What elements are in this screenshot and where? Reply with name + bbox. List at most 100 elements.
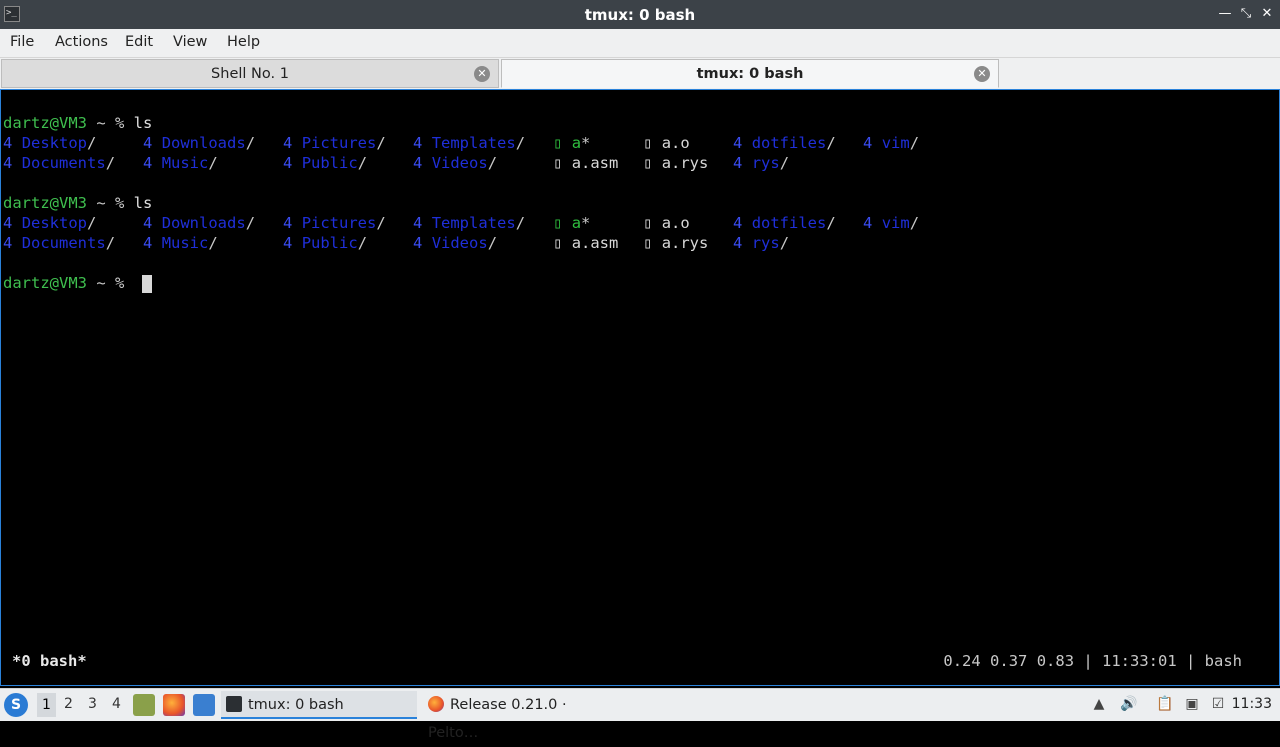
prompt-line: dartz@VM3 ~ % ls	[3, 193, 152, 213]
folder-icon: 4	[143, 234, 153, 252]
menu-actions[interactable]: Actions	[55, 34, 108, 50]
directory-entry: 4 Public/	[283, 234, 368, 252]
directory-entry: 4 Videos/	[413, 234, 498, 252]
menu-edit[interactable]: Edit	[125, 34, 153, 50]
tab-bar: Shell No. 1 ✕ tmux: 0 bash ✕	[0, 58, 1280, 89]
prompt-symbol: ~ %	[87, 274, 134, 292]
folder-icon: 4	[733, 214, 743, 232]
task-label: tmux: 0 bash	[248, 697, 344, 713]
file-entry: ▯ a.rys	[643, 154, 709, 172]
directory-entry: 4 Templates/	[413, 134, 526, 152]
folder-icon: 4	[733, 234, 743, 252]
directory-entry: 4 Pictures/	[283, 214, 386, 232]
desktop-2[interactable]: 2	[64, 696, 73, 712]
directory-entry: 4 rys/	[733, 154, 790, 172]
maximize-icon[interactable]: ⤡	[1237, 5, 1255, 23]
file-icon: ▯	[643, 154, 653, 172]
executable-entry: ▯ a*	[553, 214, 591, 232]
folder-icon: 4	[863, 214, 873, 232]
window-titlebar[interactable]: >_ tmux: 0 bash — ⤡ ✕	[0, 0, 1280, 29]
file-entry: ▯ a.o	[643, 134, 690, 152]
file-entry: ▯ a.rys	[643, 234, 709, 252]
task-label: Release 0.21.0 · Pelto…	[428, 697, 567, 741]
tab-label: tmux: 0 bash	[696, 66, 804, 82]
folder-icon: 4	[3, 134, 13, 152]
firefox-icon[interactable]	[163, 694, 185, 716]
desktop-4[interactable]: 4	[112, 696, 121, 712]
directory-entry: 4 Templates/	[413, 214, 526, 232]
menu-view[interactable]: View	[173, 34, 207, 50]
folder-icon: 4	[3, 234, 13, 252]
network-icon[interactable]: ▣	[1183, 695, 1201, 713]
clipboard-icon[interactable]: 📋	[1156, 695, 1174, 713]
taskbar: S 1 2 3 4 tmux: 0 bash Release 0.21.0 · …	[0, 688, 1280, 741]
tab-close-icon[interactable]: ✕	[474, 66, 490, 82]
prompt-user: dartz@VM3	[3, 194, 87, 212]
directory-entry: 4 vim/	[863, 134, 920, 152]
file-entry: ▯ a.o	[643, 214, 690, 232]
directory-entry: 4 vim/	[863, 214, 920, 232]
folder-icon: 4	[413, 214, 423, 232]
executable-entry: ▯ a*	[553, 134, 591, 152]
update-icon[interactable]: ☑	[1209, 695, 1227, 713]
file-icon: ▯	[643, 234, 653, 252]
file-icon: ▯	[553, 134, 563, 152]
menu-help[interactable]: Help	[227, 34, 260, 50]
folder-icon: 4	[733, 134, 743, 152]
close-icon[interactable]: ✕	[1258, 5, 1276, 23]
command-text: ls	[133, 194, 153, 212]
directory-entry: 4 dotfiles/	[733, 214, 836, 232]
tab-close-icon[interactable]: ✕	[974, 66, 990, 82]
directory-entry: 4 Documents/	[3, 234, 116, 252]
minimize-icon[interactable]: —	[1216, 5, 1234, 23]
file-icon: ▯	[553, 214, 563, 232]
tmux-window-list[interactable]: *0 bash*	[12, 652, 87, 670]
desktop-1[interactable]: 1	[37, 693, 56, 717]
tray-arrow-icon[interactable]: ▲	[1090, 695, 1108, 713]
prompt-user: dartz@VM3	[3, 114, 87, 132]
directory-entry: 4 Downloads/	[143, 214, 256, 232]
folder-icon: 4	[733, 154, 743, 172]
folder-icon: 4	[413, 154, 423, 172]
menu-file[interactable]: File	[10, 34, 34, 50]
window-title: tmux: 0 bash	[584, 6, 696, 24]
show-desktop-icon[interactable]	[193, 694, 215, 716]
terminal-icon	[226, 696, 242, 712]
folder-icon: 4	[3, 154, 13, 172]
folder-icon: 4	[283, 154, 293, 172]
file-icon: ▯	[643, 214, 653, 232]
directory-entry: 4 Public/	[283, 154, 368, 172]
directory-entry: 4 Videos/	[413, 154, 498, 172]
file-icon: ▯	[553, 154, 563, 172]
firefox-icon	[428, 696, 444, 712]
clock[interactable]: 11:33	[1232, 696, 1272, 712]
directory-entry: 4 rys/	[733, 234, 790, 252]
directory-entry: 4 Music/	[143, 234, 218, 252]
file-entry: ▯ a.asm	[553, 234, 619, 252]
volume-icon[interactable]: 🔊	[1120, 695, 1138, 713]
desktop-3[interactable]: 3	[88, 696, 97, 712]
folder-icon: 4	[143, 134, 153, 152]
task-firefox-release[interactable]: Release 0.21.0 · Pelto…	[423, 691, 619, 741]
file-icon: ▯	[553, 234, 563, 252]
start-menu-icon[interactable]: S	[4, 693, 28, 717]
tab-label: Shell No. 1	[211, 66, 289, 82]
folder-icon: 4	[143, 214, 153, 232]
tmux-status-right: 0.24 0.37 0.83 | 11:33:01 | bash	[943, 652, 1242, 670]
terminal-view[interactable]: dartz@VM3 ~ % ls 4 Desktop/4 Downloads/4…	[0, 89, 1280, 686]
folder-icon: 4	[283, 234, 293, 252]
file-manager-icon[interactable]	[133, 694, 155, 716]
folder-icon: 4	[3, 214, 13, 232]
prompt-symbol: ~ %	[87, 194, 134, 212]
prompt-symbol: ~ %	[87, 114, 134, 132]
directory-entry: 4 Documents/	[3, 154, 116, 172]
task-tmux-bash[interactable]: tmux: 0 bash	[221, 691, 417, 719]
directory-entry: 4 Desktop/	[3, 134, 97, 152]
tab-shell-no-1[interactable]: Shell No. 1 ✕	[1, 59, 499, 88]
folder-icon: 4	[413, 234, 423, 252]
folder-icon: 4	[863, 134, 873, 152]
directory-entry: 4 Pictures/	[283, 134, 386, 152]
directory-entry: 4 Desktop/	[3, 214, 97, 232]
menu-bar: File Actions Edit View Help	[0, 29, 1280, 58]
tab-tmux-bash[interactable]: tmux: 0 bash ✕	[501, 59, 999, 88]
